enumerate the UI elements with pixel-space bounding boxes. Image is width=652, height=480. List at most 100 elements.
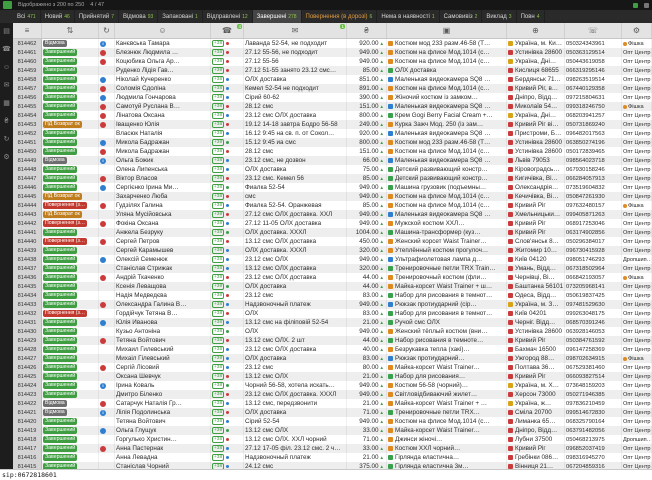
table-row[interactable]: 814442Повернення (з…Фокіна Оксана+3827.1… (13, 219, 652, 228)
finance-icon[interactable]: ₴ (5, 118, 9, 126)
col-header-refresh[interactable]: ↻ (99, 23, 115, 38)
col-header-phone[interactable]: ☎4 (211, 23, 244, 38)
table-row[interactable]: 814420ЗавершенийТетяна Войтович+38Сірий … (13, 417, 652, 426)
tab-4[interactable]: Відмова93 (119, 10, 158, 23)
tab-2[interactable]: Новий46 (41, 10, 75, 23)
mail-icon[interactable]: ✉ (4, 82, 10, 90)
tab-12[interactable]: Повн4 (517, 10, 545, 23)
table-row[interactable]: 814457ЗавершенийСоломія Сдоліна+38Кемел … (13, 84, 652, 93)
table-row[interactable]: 814458ЗавершенийНіколай Кучеренко+38ОЛХ … (13, 75, 652, 84)
source-tag: Фішка (622, 273, 652, 282)
sync-icon[interactable]: ↻ (4, 136, 10, 144)
tab-10[interactable]: Самовивіз2 (440, 10, 483, 23)
col-header-menu[interactable]: ≡ (13, 23, 42, 38)
city-label: Ужгород 88… (515, 355, 554, 362)
row-flag (99, 273, 115, 282)
table-row[interactable]: 814443ПД Возврат окУляна Мусійовська+382… (13, 210, 652, 219)
table-row[interactable]: 814416ЗавершенийАнна Левадна+38Надзвоноч… (13, 453, 652, 462)
paid-icon: ▲ (380, 437, 384, 442)
table-row[interactable]: 814447ЗавершенийВіктор Власов+3823.12 см… (13, 174, 652, 183)
dashboard-icon[interactable]: ▤ (3, 28, 10, 36)
table-row[interactable]: 814446ЗавершенийСергієнко Ірина Ми…+38Фи… (13, 183, 652, 192)
table-row[interactable]: 814432Повернення (з…Гордійчук Тетяна В…+… (13, 309, 652, 318)
table-row[interactable]: 814421ВідмоваiЛілія Подолинська+38ОЛХ до… (13, 408, 652, 417)
city-label: Дніпро, Відд… (515, 94, 557, 101)
product-name: Костюм мод 233 разм.46-58 (Т… (387, 39, 507, 48)
order-total: 44.00▲ (347, 273, 387, 282)
table-row[interactable]: 814452ЗавершенийВласюк Наталія+3816.12 9… (13, 129, 652, 138)
table-row[interactable]: 814436ЗавершенийАндрій Ткаченко+3823.12 … (13, 273, 652, 282)
col-header-contacts[interactable]: ☺ (115, 23, 211, 38)
table-row[interactable]: 814417ЗавершенийАнна Пастернак+3827.12 1… (13, 444, 652, 453)
orders-icon[interactable]: ▦ (3, 100, 10, 108)
tab-8[interactable]: Повернення (в дорозі)6 (302, 10, 378, 23)
table-row[interactable]: 814460ЗавершенийКоцюбика Ольга Ар…+3827.… (13, 57, 652, 66)
product-icon (388, 419, 393, 424)
table-row[interactable]: 814434ЗавершенийНадія Медведєва+3823.12 … (13, 291, 652, 300)
table-row[interactable]: 814426ЗавершенийСергій Лісовий+3823.12 с… (13, 363, 652, 372)
col-header-payment[interactable]: ₴ (347, 23, 387, 38)
table-row[interactable]: 814438ЗавершенийОлексій Семенюк+3823.12 … (13, 255, 652, 264)
col-header-sim[interactable]: ☏ (565, 23, 622, 38)
table-row[interactable]: 814429ЗавершенийТетяна Войтович+3813.12 … (13, 336, 652, 345)
settings-icon[interactable]: ⚙ (3, 154, 9, 162)
table-row[interactable]: 814444Повернення (з…Гудзілях Галина+38Фи… (13, 201, 652, 210)
client-phone: 073205968141 (565, 282, 622, 291)
operator-dot-icon (226, 60, 229, 63)
table-row[interactable]: 814453ПД Возврат окІващенко Юлія+3819.12… (13, 120, 652, 129)
contacts-icon[interactable]: ☺ (3, 64, 10, 72)
col-header-settings-col[interactable]: ⚙ (622, 23, 652, 38)
col-header-delivery[interactable]: ⊕ (507, 23, 565, 38)
tab-5[interactable]: Запаковані1 (158, 10, 202, 23)
table-row[interactable]: 814423ЗавершенийДмитро Біленко+3823.12 с… (13, 390, 652, 399)
table-row[interactable]: 814428ЗавершенийМихаил Гилевський+3823.1… (13, 345, 652, 354)
country-code-chip: +38 (212, 283, 224, 291)
table-row[interactable]: 814422ВідмоваСатарчук Наталія Гр…+3813.1… (13, 399, 652, 408)
table-row[interactable]: 814437ЗавершенийСтаніслав Стрижак+3813.1… (13, 264, 652, 273)
table-row[interactable]: 814455ЗавершенийСамотуй Руслана В…+3828.… (13, 102, 652, 111)
table-row[interactable]: 814440Повернення (з…Сергей Петров+3813.1… (13, 237, 652, 246)
tab-1[interactable]: Всі471 (13, 10, 41, 23)
table-row[interactable]: 814427ЗавершенийМихаіл Гілевський+38ОЛХ … (13, 354, 652, 363)
table-row[interactable]: 814456ЗавершенийЛюдмила Гончарова+38Сіри… (13, 93, 652, 102)
table-row[interactable]: 814431ЗавершенийЮлія Иванова+3813.12 смс… (13, 318, 652, 327)
col-header-comments[interactable]: ✉1 (244, 23, 347, 38)
table-row[interactable]: 814415ЗавершенийСтаніслав Чорний+3824.12… (13, 462, 652, 469)
table-row[interactable]: 814433ЗавершенийОлександра Галина В…+38Н… (13, 300, 652, 309)
phone-icon[interactable]: ☎ (2, 46, 11, 54)
table-row[interactable]: 814448ЗавершенийОлена Липенська+38ОЛХ до… (13, 165, 652, 174)
table-row[interactable]: 814449ВідмоваiОльга Божик+3823.12 смс, н… (13, 156, 652, 165)
table-row[interactable]: 814435ЗавершенийКсенія Леващова+38ОЛХ до… (13, 282, 652, 291)
sip-link[interactable]: sip:0672818601 (2, 471, 57, 479)
product-label: Костюм на флисе Мод.1014 (с… (395, 85, 490, 92)
tab-9[interactable]: Нема в наявності1 (377, 10, 439, 23)
phone-operator: +38 (211, 372, 244, 381)
tab-7[interactable]: Завершені278 (253, 10, 302, 23)
table-row[interactable]: 814462ВідмоваiКанєвська Тамара+38Лаванда… (13, 39, 652, 48)
paid-icon: ▲ (380, 41, 384, 46)
table-row[interactable]: 814430ЗавершенийКузьо Антоніна+38ОЛХ949.… (13, 327, 652, 336)
tab-6[interactable]: Відправлені12 (203, 10, 253, 23)
table-row[interactable]: 814418ЗавершенийГоргулько Христин…+3813.… (13, 435, 652, 444)
client-phone: 073648159203 (565, 381, 622, 390)
table-row[interactable]: 814439ЗавершенийСергей Карамышев+38ОЛХ д… (13, 246, 652, 255)
delivery-city: Україна, Дні… (507, 57, 565, 66)
table-row[interactable]: 814450ЗавершенийМикола Бадражан+3828.12 … (13, 147, 652, 156)
table-row[interactable]: 814424ЗавершенийiІрина Коваль+38Чорний 5… (13, 381, 652, 390)
table-row[interactable]: 814441ЗавершенийАнжела Безруку+38ОЛХ дос… (13, 228, 652, 237)
col-header-status-sort[interactable]: ⇅ (42, 23, 99, 38)
tab-11[interactable]: Виклад3 (482, 10, 516, 23)
table-row[interactable]: 814419ЗавершенийОльга Глущук+3813.12 смс… (13, 426, 652, 435)
col-header-products[interactable]: ▣ (387, 23, 507, 38)
table-row[interactable]: 814461ЗавершенийБлезнюк Людмила …+3827.1… (13, 48, 652, 57)
table-row[interactable]: 814445ПД Возврат окЗахарченко Люба+38смс… (13, 192, 652, 201)
row-flag (99, 372, 115, 381)
table-row[interactable]: 814459ЗавершенийРуденко Лідія Гав…+3827.… (13, 66, 652, 75)
country-code-chip: +38 (212, 121, 224, 129)
table-row[interactable]: 814451ЗавершенийМикола Бадражан+3815.12 … (13, 138, 652, 147)
client-phone: 050384761592 (565, 336, 622, 345)
app-logo-icon[interactable] (3, 1, 12, 9)
table-row[interactable]: 814454ЗавершенийЛінатова Оксана+3823.12 … (13, 111, 652, 120)
table-row[interactable]: 814425ЗавершенийОксана Шевчук+3813.12 см… (13, 372, 652, 381)
tab-3[interactable]: Прийнятий7 (75, 10, 119, 23)
